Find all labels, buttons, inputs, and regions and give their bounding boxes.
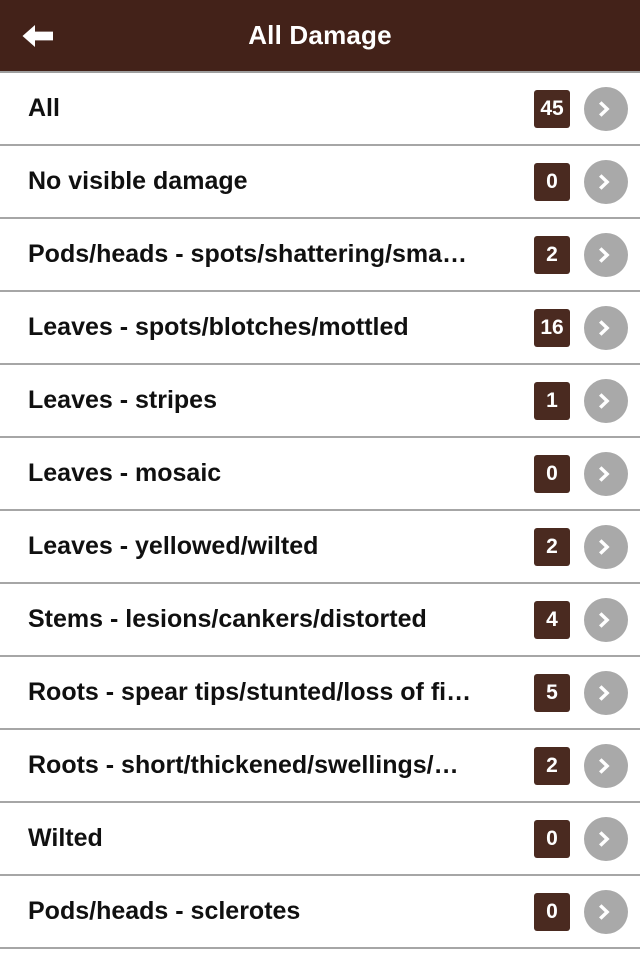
count-badge: 0 (534, 162, 570, 201)
chevron-right-icon[interactable] (584, 451, 628, 496)
list-item[interactable]: Pods/heads - sclerotes 0 (0, 876, 640, 949)
chevron-right-icon[interactable] (584, 524, 628, 569)
chevron-right-icon[interactable] (584, 670, 628, 715)
chevron-right-icon[interactable] (584, 232, 628, 277)
chevron-right-icon[interactable] (584, 889, 628, 934)
count-badge: 5 (534, 673, 570, 712)
list-item-label: Leaves - spots/blotches/mottled (28, 313, 409, 341)
count-badge: 0 (534, 819, 570, 858)
list-item-label: No visible damage (28, 167, 248, 195)
count-badge: 45 (534, 89, 570, 128)
app-header: All Damage (0, 0, 640, 73)
list-item[interactable]: Stems - lesions/cankers/distorted 4 (0, 584, 640, 657)
list-item-label: Stems - lesions/cankers/distorted (28, 605, 427, 633)
list-item-label: Pods/heads - spots/shattering/sma… (28, 240, 467, 268)
list-item[interactable]: Pods/heads - spots/shattering/sma… 2 (0, 219, 640, 292)
count-badge: 2 (534, 746, 570, 785)
list-item[interactable]: Leaves - yellowed/wilted 2 (0, 511, 640, 584)
chevron-right-icon[interactable] (584, 86, 628, 131)
list-item[interactable]: Roots - spear tips/stunted/loss of fi… 5 (0, 657, 640, 730)
list-item[interactable]: Leaves - spots/blotches/mottled 16 (0, 292, 640, 365)
arrow-left-icon (22, 24, 53, 47)
damage-category-list: All 45 No visible damage 0 Pods/heads - … (0, 73, 640, 949)
list-item-label: Leaves - stripes (28, 386, 217, 414)
list-item[interactable]: All 45 (0, 73, 640, 146)
chevron-right-icon[interactable] (584, 305, 628, 350)
list-item[interactable]: Leaves - stripes 1 (0, 365, 640, 438)
count-badge: 2 (534, 527, 570, 566)
count-badge: 0 (534, 454, 570, 493)
page-title: All Damage (248, 20, 392, 50)
list-item-label: All (28, 94, 60, 122)
list-item-label: Pods/heads - sclerotes (28, 897, 301, 925)
back-button[interactable] (0, 0, 76, 71)
list-item-label: Roots - short/thickened/swellings/… (28, 751, 459, 779)
chevron-right-icon[interactable] (584, 597, 628, 642)
count-badge: 16 (534, 308, 570, 347)
count-badge: 4 (534, 600, 570, 639)
list-item-label: Leaves - yellowed/wilted (28, 532, 319, 560)
list-item[interactable]: Leaves - mosaic 0 (0, 438, 640, 511)
list-item-label: Roots - spear tips/stunted/loss of fi… (28, 678, 472, 706)
count-badge: 2 (534, 235, 570, 274)
list-item-label: Wilted (28, 824, 103, 852)
count-badge: 0 (534, 892, 570, 931)
list-item-label: Leaves - mosaic (28, 459, 222, 487)
chevron-right-icon[interactable] (584, 378, 628, 423)
count-badge: 1 (534, 381, 570, 420)
chevron-right-icon[interactable] (584, 743, 628, 788)
chevron-right-icon[interactable] (584, 159, 628, 204)
list-item[interactable]: Roots - short/thickened/swellings/… 2 (0, 730, 640, 803)
chevron-right-icon[interactable] (584, 816, 628, 861)
list-item[interactable]: No visible damage 0 (0, 146, 640, 219)
list-item[interactable]: Wilted 0 (0, 803, 640, 876)
